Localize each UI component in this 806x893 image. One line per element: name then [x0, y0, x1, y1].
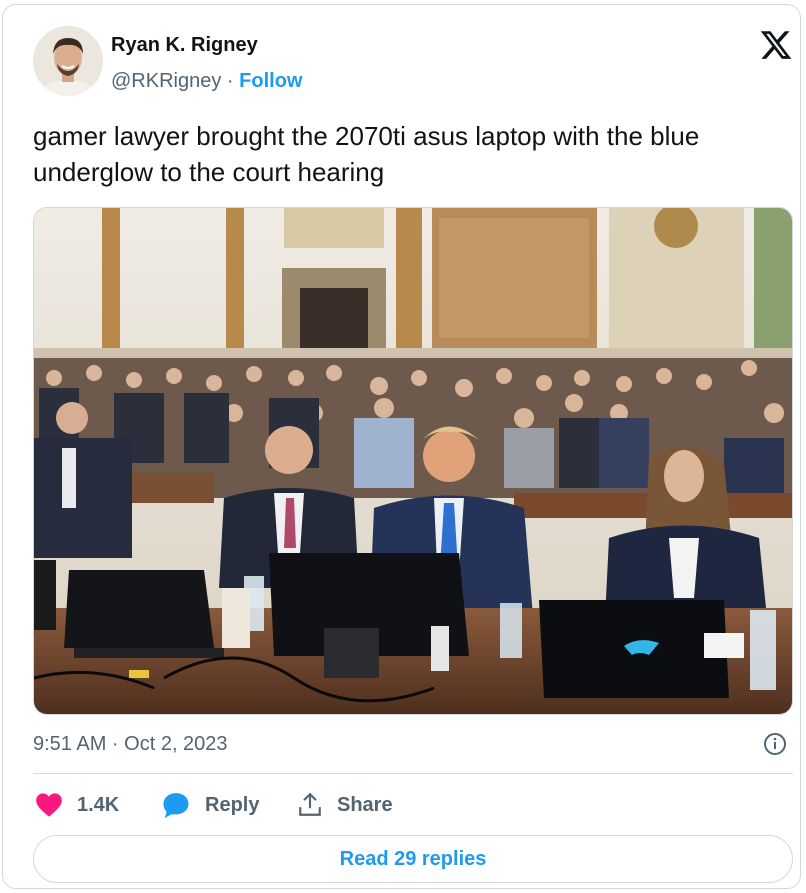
avatar-image	[33, 26, 103, 96]
author-name[interactable]: Ryan K. Rigney	[111, 33, 258, 57]
heart-icon	[36, 793, 62, 817]
reply-bubble-icon	[163, 793, 189, 819]
separator-dot: ·	[226, 70, 234, 92]
read-replies-button[interactable]: Read 29 replies	[33, 835, 793, 883]
tweet-text: gamer lawyer brought the 2070ti asus lap…	[33, 121, 700, 187]
follow-button[interactable]: Follow	[239, 70, 302, 92]
avatar[interactable]	[33, 26, 103, 96]
divider	[33, 773, 793, 774]
share-button[interactable]: Share	[297, 791, 393, 819]
share-icon	[299, 792, 321, 816]
share-label: Share	[337, 793, 393, 816]
tweet-photo[interactable]	[33, 207, 793, 715]
like-button[interactable]: 1.4K	[35, 791, 119, 819]
author-handle-row: @RKRigney · Follow	[111, 69, 302, 93]
reply-button[interactable]: Reply	[161, 791, 259, 819]
info-icon[interactable]	[763, 732, 787, 756]
like-count: 1.4K	[77, 793, 120, 816]
tweet-timestamp[interactable]: 9:51 AM · Oct 2, 2023	[33, 732, 228, 756]
author-handle[interactable]: @RKRigney	[111, 70, 221, 92]
tweet-card: Ryan K. Rigney @RKRigney · Follow gamer …	[2, 4, 801, 889]
courtroom-photo	[34, 208, 792, 714]
x-logo-icon[interactable]	[759, 28, 793, 62]
reply-label: Reply	[205, 793, 260, 816]
